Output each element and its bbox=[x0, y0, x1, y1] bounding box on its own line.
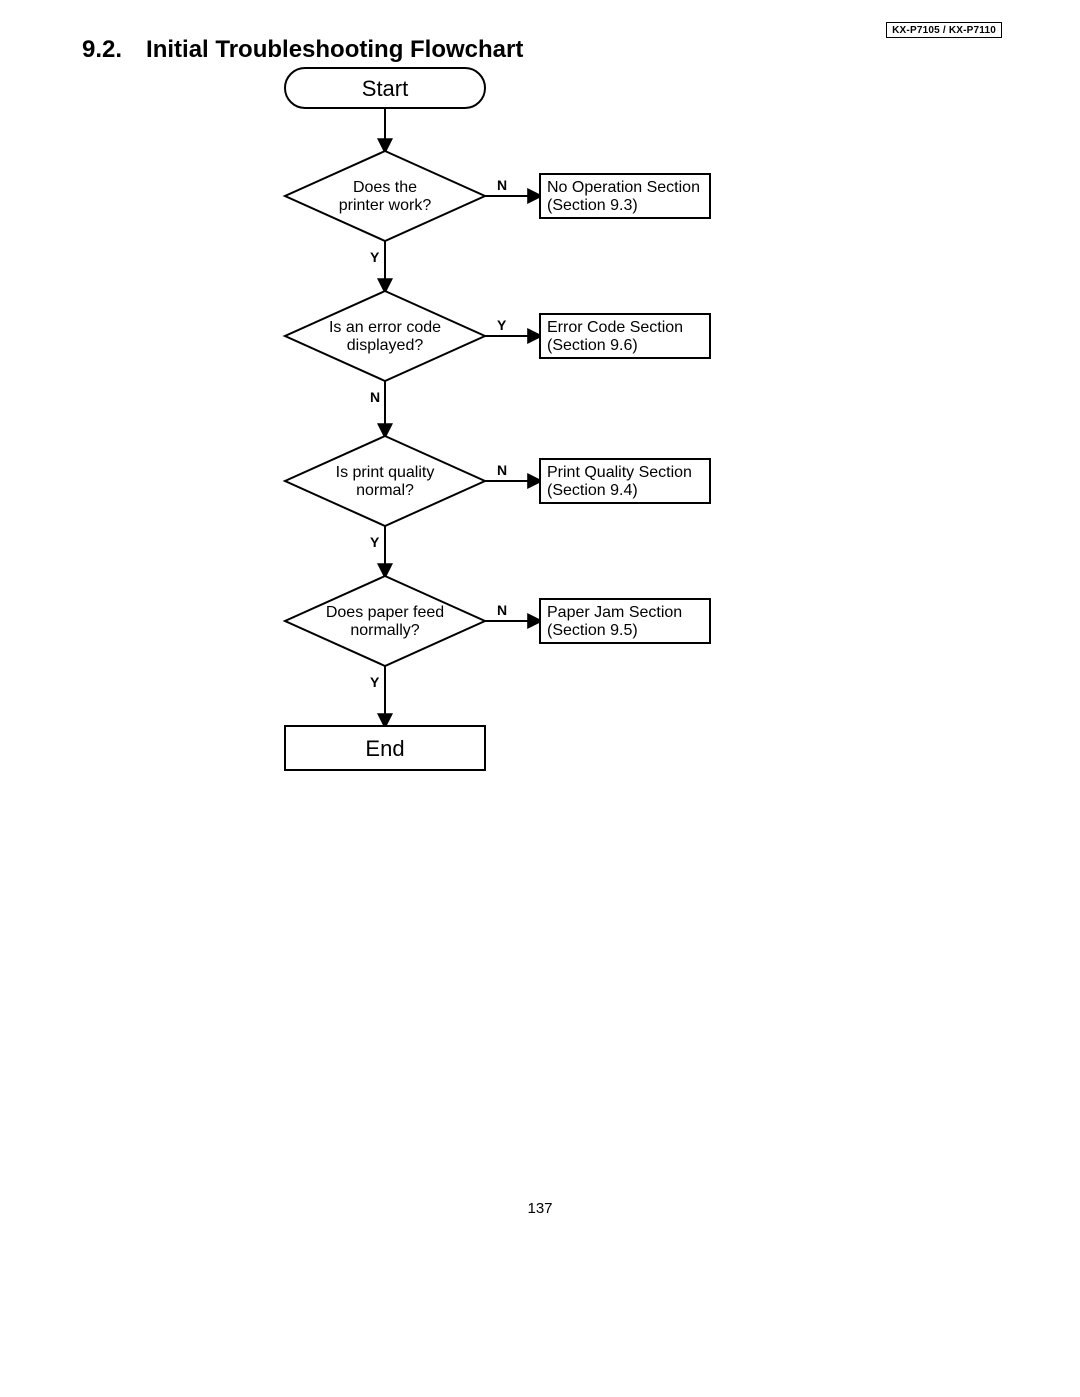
r1-line1: No Operation Section bbox=[547, 179, 700, 196]
d2-line1: Is an error code bbox=[329, 319, 441, 336]
start-node: Start bbox=[285, 68, 485, 108]
section-heading: 9.2. Initial Troubleshooting Flowchart bbox=[82, 36, 523, 64]
section-title: Initial Troubleshooting Flowchart bbox=[146, 36, 523, 63]
result-error-code: Error Code Section (Section 9.6) bbox=[540, 314, 710, 358]
d4-no-label: N bbox=[497, 602, 507, 618]
d1-no-label: N bbox=[497, 177, 507, 193]
page-number: 137 bbox=[0, 1200, 1080, 1217]
d3-line2: normal? bbox=[356, 482, 414, 499]
d1-yes-label: Y bbox=[370, 249, 380, 265]
d4-line2: normally? bbox=[350, 622, 419, 639]
decision-error-code: Is an error code displayed? bbox=[285, 291, 485, 381]
decision-print-quality: Is print quality normal? bbox=[285, 436, 485, 526]
result-paper-jam: Paper Jam Section (Section 9.5) bbox=[540, 599, 710, 643]
decision-paper-feed: Does paper feed normally? bbox=[285, 576, 485, 666]
end-node: End bbox=[285, 726, 485, 770]
section-number: 9.2. bbox=[82, 36, 122, 63]
d2-no-label: N bbox=[370, 389, 380, 405]
r4-line2: (Section 9.5) bbox=[547, 622, 638, 639]
end-label: End bbox=[365, 736, 404, 761]
d1-line1: Does the bbox=[353, 179, 417, 196]
d4-line1: Does paper feed bbox=[326, 604, 444, 621]
r3-line1: Print Quality Section bbox=[547, 464, 692, 481]
r4-line1: Paper Jam Section bbox=[547, 604, 682, 621]
r2-line1: Error Code Section bbox=[547, 319, 683, 336]
result-no-operation: No Operation Section (Section 9.3) bbox=[540, 174, 710, 218]
flowchart: Start Does the printer work? N No Operat… bbox=[265, 66, 765, 786]
d3-line1: Is print quality bbox=[336, 464, 435, 481]
decision-printer-work: Does the printer work? bbox=[285, 151, 485, 241]
d4-yes-label: Y bbox=[370, 674, 380, 690]
r3-line2: (Section 9.4) bbox=[547, 482, 638, 499]
d1-line2: printer work? bbox=[339, 197, 432, 214]
result-print-quality: Print Quality Section (Section 9.4) bbox=[540, 459, 710, 503]
d3-yes-label: Y bbox=[370, 534, 380, 550]
start-label: Start bbox=[362, 76, 408, 101]
d2-yes-label: Y bbox=[497, 317, 507, 333]
r1-line2: (Section 9.3) bbox=[547, 197, 638, 214]
model-badge: KX-P7105 / KX-P7110 bbox=[886, 22, 1002, 38]
d2-line2: displayed? bbox=[347, 337, 424, 354]
d3-no-label: N bbox=[497, 462, 507, 478]
r2-line2: (Section 9.6) bbox=[547, 337, 638, 354]
